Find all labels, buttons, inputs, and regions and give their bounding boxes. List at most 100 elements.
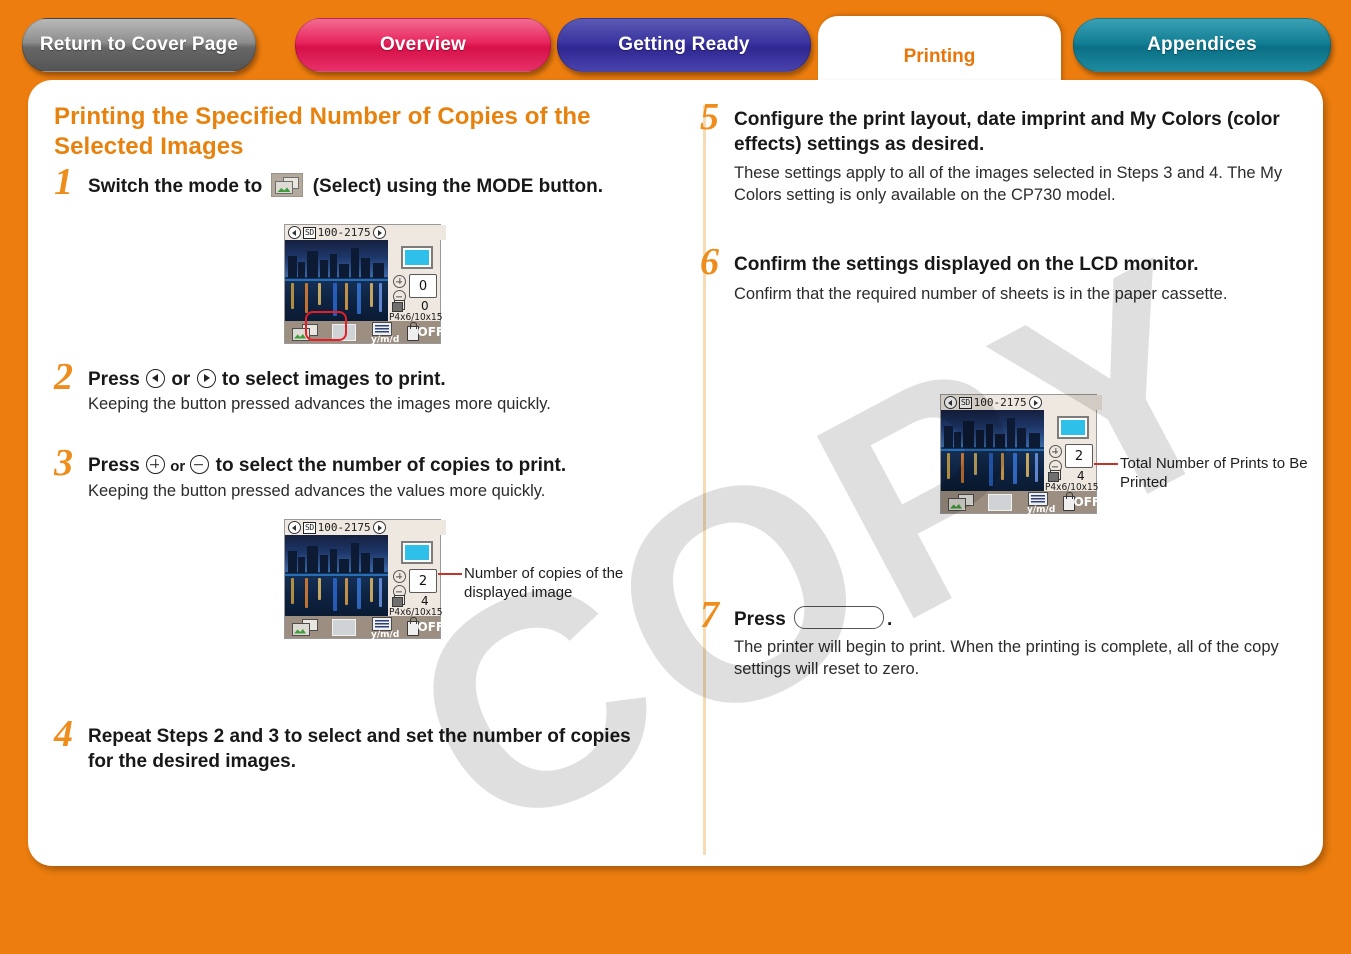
plus-icon[interactable] [393,570,406,583]
step-heading-text: . [887,608,893,630]
my-colors-toolbar-icon[interactable]: OFF [401,321,444,343]
plus-button-icon [146,455,166,475]
total-prints-icon [1048,470,1061,482]
step-number: 4 [54,712,73,755]
lcd-bottom-toolbar: y/m/d OFF [285,616,444,640]
copies-value: 2 [409,569,437,593]
tab-getting-ready[interactable]: Getting Ready [557,18,811,72]
lcd-bottom-toolbar: y/m/d OFF [941,491,1100,515]
photo-thumbnail [285,535,388,616]
date-format-label: y/m/d [1027,504,1056,515]
top-tab-bar: Return to Cover Page Overview Getting Re… [0,0,1351,90]
lcd-topbar: SD 100-2175 [941,395,1102,410]
total-prints-value: 4 [1077,469,1085,483]
step-7: 7 Press . The printer will begin to prin… [700,596,1300,681]
print-button-icon [794,605,885,629]
photo-thumbnail [285,240,388,321]
footer-bar: Troubleshooting Tasks and Index 16 Back … [0,866,1351,954]
my-colors-toolbar-icon[interactable]: OFF [1057,491,1100,513]
date-format-label: y/m/d [371,629,400,640]
next-image-icon[interactable] [1028,396,1042,409]
next-image-icon[interactable] [372,226,386,239]
step-body: Confirm that the required number of shee… [734,284,1228,303]
tab-label: Overview [379,34,467,55]
date-toolbar-icon[interactable]: y/m/d [363,321,401,345]
tab-return-to-cover-page[interactable]: Return to Cover Page [22,18,256,72]
page-title: Printing the Specified Number of Copies … [54,103,591,160]
prev-image-icon[interactable] [288,521,301,534]
lcd-screen-step1: SD 100-2175 0 0 P4x6/10x15 y/m/d OFF [284,224,446,345]
step-6: 6 Confirm the settings displayed on the … [700,243,1300,306]
mode-select-toolbar-icon[interactable] [941,491,981,513]
sd-card-icon: SD [959,396,972,409]
step-number: 1 [54,161,73,204]
lock-state-label: OFF [417,324,445,339]
step-heading-text: or [166,458,190,476]
tab-appendices[interactable]: Appendices [1073,18,1331,72]
highlight-circle [305,311,347,341]
step-5: 5 Configure the print layout, date impri… [700,98,1300,207]
folder-label: 100-2175 [317,521,371,534]
step-body: Keeping the button pressed advances the … [88,395,551,414]
step-heading-text: to select images to print. [216,368,446,390]
content-card: Printing the Specified Number of Copies … [28,80,1323,901]
next-image-icon[interactable] [372,521,386,534]
step-number: 2 [54,355,73,398]
step-1: 1 Switch the mode to (Select) using the … [54,163,674,201]
step-heading-text: (Select) using the [307,176,477,198]
date-toolbar-icon[interactable]: y/m/d [1019,491,1057,515]
step-heading-text: or [166,368,196,390]
step-number: 5 [700,96,719,138]
minus-button-icon [190,455,210,475]
lock-state-label: OFF [1073,494,1101,509]
prev-image-icon[interactable] [944,396,957,409]
step-heading: Press . [734,605,1300,633]
folder-label: 100-2175 [317,226,371,239]
left-column: Printing the Specified Number of Copies … [54,102,674,774]
sd-card-icon: SD [303,521,316,534]
step-heading: Configure the print layout, date imprint… [734,109,1280,155]
tab-label: Printing [903,46,976,67]
step-body: These settings apply to all of the image… [734,164,1283,205]
plus-icon[interactable] [1049,445,1062,458]
folder-label: 100-2175 [973,396,1027,409]
photo-thumbnail [941,410,1044,491]
step-2: 2 Press or to select images to print. Ke… [54,358,674,417]
step-number: 6 [700,241,719,284]
lcd-screen-step6: SD 100-2175 2 4 P4x6/10x15 y/m/d OFF [940,394,1102,515]
select-mode-icon [271,173,304,198]
copies-value: 0 [409,274,437,298]
step-heading: Repeat Steps 2 and 3 to select and set t… [88,725,631,772]
callout-total-prints: Total Number of Prints to Be Printed [1094,454,1310,492]
plus-icon[interactable] [393,275,406,288]
step-heading: Switch the mode to (Select) using the MO… [88,173,674,200]
left-arrow-button-icon [146,368,166,388]
total-prints-icon [392,595,405,607]
step-heading: Press or to select the number of copies … [88,454,674,479]
callout-leader-line [1094,463,1118,465]
sd-card-icon: SD [303,226,316,239]
my-colors-toolbar-icon[interactable]: OFF [401,616,444,638]
right-column: 5 Configure the print layout, date impri… [700,98,1308,681]
step-heading-text: Press [734,608,792,630]
step-body: The printer will begin to print. When th… [734,637,1279,678]
layout-swatch-icon [1057,416,1089,439]
step-3: 3 Press or to select the number of copie… [54,444,674,503]
date-toolbar-icon[interactable]: y/m/d [363,616,401,640]
total-prints-value: 4 [421,594,429,608]
tab-overview[interactable]: Overview [295,18,551,72]
prev-image-icon[interactable] [288,226,301,239]
step-heading-text: Press [88,368,146,390]
step-number: 3 [54,442,73,485]
step-heading: Confirm the settings displayed on the LC… [734,254,1199,276]
layout-toolbar-icon[interactable] [325,616,363,638]
callout-text: Total Number of Prints to Be Printed [1120,455,1308,492]
copies-value: 2 [1065,444,1093,468]
right-arrow-button-icon [196,368,216,388]
mode-select-toolbar-icon[interactable] [285,616,325,638]
layout-toolbar-icon[interactable] [981,491,1019,513]
tab-label: Appendices [1147,34,1257,55]
tab-printing-active[interactable]: Printing [818,16,1061,90]
callout-text: Number of copies of the displayed image [464,565,624,602]
step-4: 4 Repeat Steps 2 and 3 to select and set… [54,715,674,774]
